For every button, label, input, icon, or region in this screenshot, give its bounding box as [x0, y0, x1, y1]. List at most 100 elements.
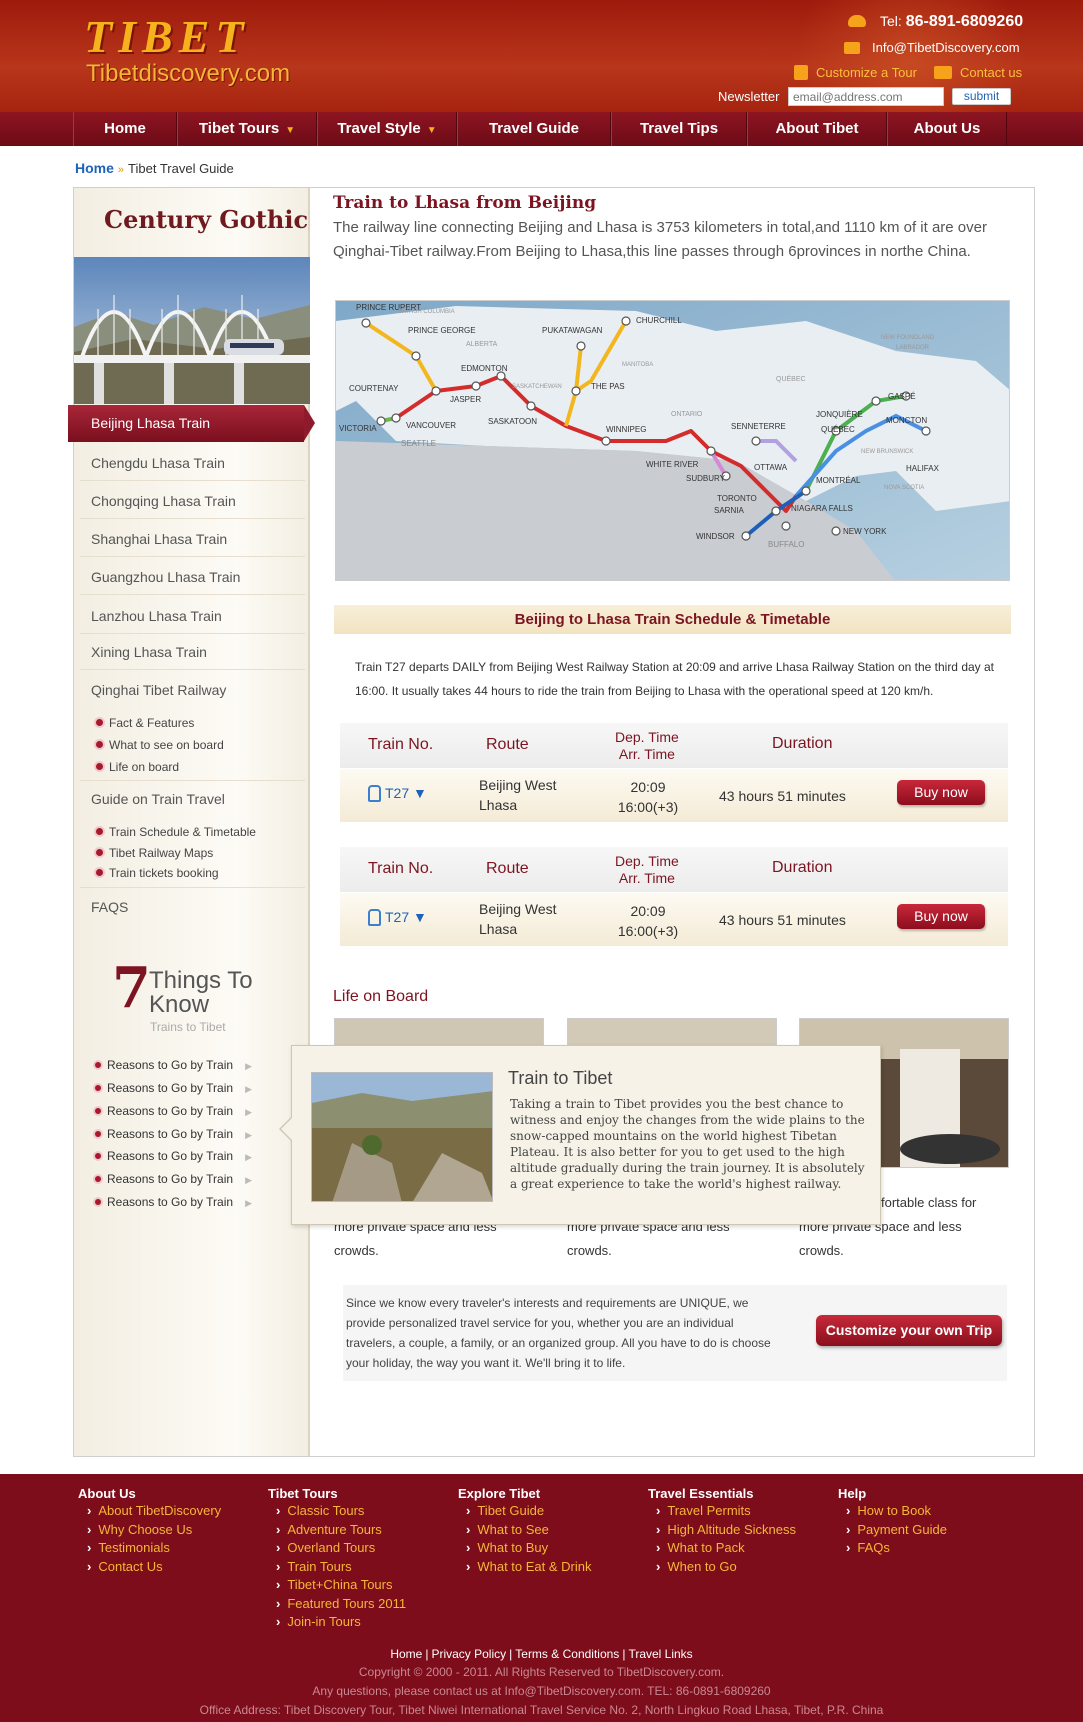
footer-link[interactable]: Join-in Tours	[276, 1614, 360, 1629]
reason-link[interactable]: Reasons to Go by Train ▶	[95, 1127, 252, 1141]
sidebar-item-shanghai[interactable]: Shanghai Lhasa Train	[91, 531, 227, 547]
nav-travel-tips[interactable]: Travel Tips	[611, 112, 747, 146]
map-label: SARNIA	[714, 506, 744, 515]
newsletter-submit-button[interactable]: submit	[952, 88, 1011, 105]
sidebar-item-faqs[interactable]: FAQS	[91, 899, 128, 915]
footer-heading-about-us: About Us	[78, 1486, 136, 1501]
sidebar-subitem-fact-features[interactable]: Fact & Features	[96, 716, 194, 730]
footer-link[interactable]: Contact Us	[87, 1559, 162, 1574]
reason-link[interactable]: Reasons to Go by Train ▶	[95, 1149, 252, 1163]
customize-tour-link[interactable]: Customize a Tour	[816, 65, 917, 80]
nav-about-us-label: About Us	[913, 120, 981, 137]
reason-link[interactable]: Reasons to Go by Train ▶	[95, 1195, 252, 1209]
nav-travel-style-label: Travel Style	[337, 120, 421, 137]
divider	[80, 594, 305, 595]
footer-link[interactable]: Tibet Guide	[466, 1503, 544, 1518]
nav-travel-style[interactable]: Travel Style ▼	[317, 112, 457, 146]
reason-link[interactable]: Reasons to Go by Train ▶	[95, 1104, 252, 1118]
nav-travel-guide[interactable]: Travel Guide	[457, 112, 611, 146]
newsletter-email-input[interactable]	[788, 87, 944, 106]
breadcrumb-current: Tibet Travel Guide	[128, 161, 234, 176]
footer-link[interactable]: Testimonials	[87, 1540, 170, 1555]
header-email[interactable]: Info@TibetDiscovery.com	[872, 40, 1020, 55]
footer-link[interactable]: Train Tours	[276, 1559, 351, 1574]
buy-now-button[interactable]: Buy now	[897, 904, 985, 929]
sidebar-item-chengdu[interactable]: Chengdu Lhasa Train	[91, 455, 225, 471]
reason-link[interactable]: Reasons to Go by Train ▶	[95, 1058, 252, 1072]
table-row: T27 ▼ Beijing West Lhasa 20:09 16:00(+3)…	[340, 893, 1008, 946]
footer-heading-explore-tibet: Explore Tibet	[458, 1486, 541, 1501]
footer-privacy-link[interactable]: Privacy Policy	[431, 1647, 506, 1661]
office-address: Office Address: Tibet Discovery Tour, Ti…	[199, 1703, 884, 1717]
reason-link[interactable]: Reasons to Go by Train ▶	[95, 1081, 252, 1095]
footer-link[interactable]: Why Choose Us	[87, 1522, 192, 1537]
chevron-right-icon: ▶	[245, 1152, 252, 1162]
dep-time: 20:09	[630, 903, 666, 919]
buy-now-button[interactable]: Buy now	[897, 780, 985, 805]
footer-travel-links[interactable]: Travel Links	[628, 1647, 692, 1661]
sidebar-item-guangzhou[interactable]: Guangzhou Lhasa Train	[91, 569, 240, 585]
map-label: SASKATCHEWAN	[512, 384, 562, 390]
map-label: SASKATOON	[488, 417, 537, 426]
divider	[80, 669, 305, 670]
site-logo-subtitle[interactable]: Tibetdiscovery.com	[86, 60, 290, 88]
footer-link[interactable]: Payment Guide	[846, 1522, 947, 1537]
footer-link[interactable]: How to Book	[846, 1503, 931, 1518]
map-label: JASPER	[450, 395, 481, 404]
page-title: Train to Lhasa from Beijing	[333, 193, 597, 213]
footer-link[interactable]: FAQs	[846, 1540, 890, 1555]
sidebar-item-lanzhou[interactable]: Lanzhou Lhasa Train	[91, 608, 222, 624]
arr-time: 16:00(+3)	[617, 923, 679, 939]
sidebar-subitem-life-on-board[interactable]: Life on board	[96, 760, 179, 774]
contact-us-link[interactable]: Contact us	[960, 65, 1022, 80]
dropdown-arrow-icon: ▼	[413, 785, 427, 801]
sidebar-item-beijing-lhasa-train[interactable]: Beijing Lhasa Train	[68, 405, 320, 442]
footer-link[interactable]: Travel Permits	[656, 1503, 750, 1518]
nav-tibet-tours[interactable]: Tibet Tours ▼	[177, 112, 317, 146]
footer-link[interactable]: High Altitude Sickness	[656, 1522, 796, 1537]
footer-link[interactable]: What to Eat & Drink	[466, 1559, 591, 1574]
sidebar-item-qinghai-tibet-railway[interactable]: Qinghai Tibet Railway	[91, 682, 226, 698]
timetable-header: Train No. Route Dep. Time Arr. Time Dura…	[340, 723, 1008, 768]
nav-about-us[interactable]: About Us	[887, 112, 1007, 146]
footer-link[interactable]: Adventure Tours	[276, 1522, 381, 1537]
reason-link[interactable]: Reasons to Go by Train ▶	[95, 1172, 252, 1186]
popup-landscape-photo	[311, 1072, 493, 1202]
sidebar-subitem-what-to-see[interactable]: What to see on board	[96, 738, 224, 752]
footer-link[interactable]: Overland Tours	[276, 1540, 375, 1555]
footer-link[interactable]: When to Go	[656, 1559, 736, 1574]
route-to: Lhasa	[479, 921, 518, 937]
footer-link[interactable]: What to See	[466, 1522, 549, 1537]
nav-tibet-tours-label: Tibet Tours	[198, 120, 280, 137]
sidebar-item-xining[interactable]: Xining Lhasa Train	[91, 644, 207, 660]
sidebar-subitem-tickets[interactable]: Train tickets booking	[96, 866, 219, 880]
time-cell: 20:09 16:00(+3)	[608, 777, 688, 817]
document-icon	[794, 65, 808, 80]
sidebar-subitem-railway-maps[interactable]: Tibet Railway Maps	[96, 846, 213, 860]
footer-link[interactable]: What to Buy	[466, 1540, 548, 1555]
footer-link[interactable]: About TibetDiscovery	[87, 1503, 221, 1518]
customize-text: Since we know every traveler's interests…	[346, 1296, 771, 1370]
map-label: MONCTON	[886, 416, 927, 425]
footer-link[interactable]: Featured Tours 2011	[276, 1596, 406, 1611]
footer-link[interactable]: What to Pack	[656, 1540, 744, 1555]
footer-link[interactable]: Classic Tours	[276, 1503, 364, 1518]
col-duration: Duration	[772, 859, 833, 876]
site-logo[interactable]: TIBET	[84, 10, 249, 63]
footer-link[interactable]: Tibet+China Tours	[276, 1577, 392, 1592]
nav-about-tibet[interactable]: About Tibet	[747, 112, 887, 146]
dropdown-arrow-icon: ▼	[413, 909, 427, 925]
map-label: TORONTO	[717, 494, 757, 503]
breadcrumb-home[interactable]: Home	[75, 160, 114, 176]
sidebar-item-guide-on-train-travel[interactable]: Guide on Train Travel	[91, 791, 225, 807]
train-number-link[interactable]: T27 ▼	[368, 908, 427, 927]
nav-home[interactable]: Home	[73, 112, 177, 146]
sidebar-subitem-schedule[interactable]: Train Schedule & Timetable	[96, 825, 256, 839]
customize-trip-button[interactable]: Customize your own Trip	[816, 1315, 1002, 1346]
footer-home-link[interactable]: Home	[390, 1647, 422, 1661]
footer-terms-link[interactable]: Terms & Conditions	[515, 1647, 619, 1661]
train-number-link[interactable]: T27 ▼	[368, 784, 427, 803]
sidebar-item-chongqing[interactable]: Chongqing Lhasa Train	[91, 493, 236, 509]
nav-about-tibet-label: About Tibet	[775, 120, 859, 137]
things-line2: Know	[149, 991, 210, 1018]
